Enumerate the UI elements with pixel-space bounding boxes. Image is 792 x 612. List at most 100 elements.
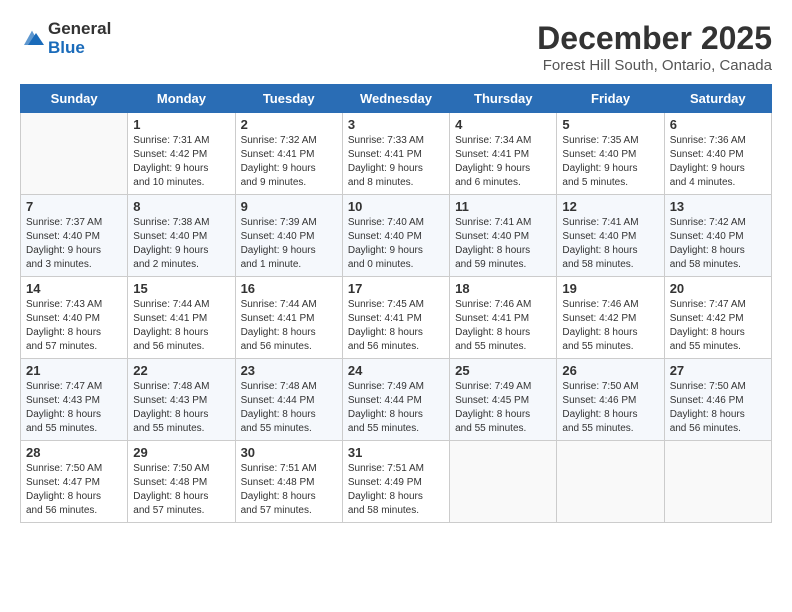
calendar-cell: 14 Sunrise: 7:43 AM Sunset: 4:40 PM Dayli… — [21, 277, 128, 359]
cell-info: Sunrise: 7:51 AM Sunset: 4:49 PM Dayligh… — [348, 462, 444, 518]
day-number: 29 — [133, 445, 229, 460]
calendar-cell: 7 Sunrise: 7:37 AM Sunset: 4:40 PM Daylig… — [21, 195, 128, 277]
day-number: 26 — [562, 363, 658, 378]
day-number: 10 — [348, 199, 444, 214]
calendar-cell: 2 Sunrise: 7:32 AM Sunset: 4:41 PM Daylig… — [235, 113, 342, 195]
cell-info: Sunrise: 7:36 AM Sunset: 4:40 PM Dayligh… — [670, 134, 766, 190]
cell-info: Sunrise: 7:50 AM Sunset: 4:46 PM Dayligh… — [670, 380, 766, 436]
calendar-cell: 6 Sunrise: 7:36 AM Sunset: 4:40 PM Daylig… — [664, 113, 771, 195]
cell-info: Sunrise: 7:44 AM Sunset: 4:41 PM Dayligh… — [241, 298, 337, 354]
logo: General Blue — [20, 20, 111, 57]
day-number: 8 — [133, 199, 229, 214]
cell-info: Sunrise: 7:41 AM Sunset: 4:40 PM Dayligh… — [562, 216, 658, 272]
day-number: 14 — [26, 281, 122, 296]
calendar-cell: 18Sunrise: 7:46 AM Sunset: 4:41 PM Dayli… — [450, 277, 557, 359]
main-title: December 2025 — [537, 20, 772, 57]
header-thursday: Thursday — [450, 85, 557, 113]
cell-info: Sunrise: 7:34 AM Sunset: 4:41 PM Dayligh… — [455, 134, 551, 190]
day-number: 3 — [348, 117, 444, 132]
header-wednesday: Wednesday — [342, 85, 449, 113]
day-number: 6 — [670, 117, 766, 132]
header-tuesday: Tuesday — [235, 85, 342, 113]
cell-info: Sunrise: 7:43 AM Sunset: 4:40 PM Dayligh… — [26, 298, 122, 354]
cell-info: Sunrise: 7:47 AM Sunset: 4:42 PM Dayligh… — [670, 298, 766, 354]
calendar-week-2: 7 Sunrise: 7:37 AM Sunset: 4:40 PM Daylig… — [21, 195, 772, 277]
cell-info: Sunrise: 7:32 AM Sunset: 4:41 PM Dayligh… — [241, 134, 337, 190]
cell-info: Sunrise: 7:35 AM Sunset: 4:40 PM Dayligh… — [562, 134, 658, 190]
logo-text-general: General — [48, 20, 111, 39]
header-friday: Friday — [557, 85, 664, 113]
cell-info: Sunrise: 7:51 AM Sunset: 4:48 PM Dayligh… — [241, 462, 337, 518]
title-area: December 2025 Forest Hill South, Ontario… — [537, 20, 772, 74]
day-number: 7 — [26, 199, 122, 214]
day-number: 16 — [241, 281, 337, 296]
cell-info: Sunrise: 7:41 AM Sunset: 4:40 PM Dayligh… — [455, 216, 551, 272]
day-number: 18 — [455, 281, 551, 296]
calendar-cell: 28 Sunrise: 7:50 AM Sunset: 4:47 PM Dayli… — [21, 441, 128, 523]
day-number: 28 — [26, 445, 122, 460]
header-monday: Monday — [128, 85, 235, 113]
calendar-cell: 19Sunrise: 7:46 AM Sunset: 4:42 PM Dayli… — [557, 277, 664, 359]
day-number: 23 — [241, 363, 337, 378]
calendar-cell: 29 Sunrise: 7:50 AM Sunset: 4:48 PM Dayli… — [128, 441, 235, 523]
day-number: 11 — [455, 199, 551, 214]
day-number: 27 — [670, 363, 766, 378]
day-number: 25 — [455, 363, 551, 378]
calendar-cell: 23 Sunrise: 7:48 AM Sunset: 4:44 PM Dayli… — [235, 359, 342, 441]
cell-info: Sunrise: 7:50 AM Sunset: 4:48 PM Dayligh… — [133, 462, 229, 518]
cell-info: Sunrise: 7:31 AM Sunset: 4:42 PM Dayligh… — [133, 134, 229, 190]
calendar-cell: 30 Sunrise: 7:51 AM Sunset: 4:48 PM Dayli… — [235, 441, 342, 523]
cell-info: Sunrise: 7:50 AM Sunset: 4:47 PM Dayligh… — [26, 462, 122, 518]
calendar-cell — [664, 441, 771, 523]
calendar-cell: 26 Sunrise: 7:50 AM Sunset: 4:46 PM Dayli… — [557, 359, 664, 441]
subtitle: Forest Hill South, Ontario, Canada — [537, 57, 772, 74]
day-number: 20 — [670, 281, 766, 296]
calendar-cell: 31 Sunrise: 7:51 AM Sunset: 4:49 PM Dayli… — [342, 441, 449, 523]
day-number: 30 — [241, 445, 337, 460]
calendar-cell: 21Sunrise: 7:47 AM Sunset: 4:43 PM Dayli… — [21, 359, 128, 441]
calendar-cell: 5 Sunrise: 7:35 AM Sunset: 4:40 PM Daylig… — [557, 113, 664, 195]
cell-info: Sunrise: 7:42 AM Sunset: 4:40 PM Dayligh… — [670, 216, 766, 272]
calendar-cell: 10 Sunrise: 7:40 AM Sunset: 4:40 PM Dayli… — [342, 195, 449, 277]
cell-info: Sunrise: 7:47 AM Sunset: 4:43 PM Dayligh… — [26, 380, 122, 436]
calendar-cell: 3Sunrise: 7:33 AM Sunset: 4:41 PM Daylig… — [342, 113, 449, 195]
calendar-cell: 1 Sunrise: 7:31 AM Sunset: 4:42 PM Daylig… — [128, 113, 235, 195]
day-number: 22 — [133, 363, 229, 378]
calendar-cell — [450, 441, 557, 523]
cell-info: Sunrise: 7:44 AM Sunset: 4:41 PM Dayligh… — [133, 298, 229, 354]
calendar-week-1: 1 Sunrise: 7:31 AM Sunset: 4:42 PM Daylig… — [21, 113, 772, 195]
calendar-cell: 11 Sunrise: 7:41 AM Sunset: 4:40 PM Dayli… — [450, 195, 557, 277]
calendar-cell: 16 Sunrise: 7:44 AM Sunset: 4:41 PM Dayli… — [235, 277, 342, 359]
cell-info: Sunrise: 7:49 AM Sunset: 4:45 PM Dayligh… — [455, 380, 551, 436]
calendar-cell: 8Sunrise: 7:38 AM Sunset: 4:40 PM Daylig… — [128, 195, 235, 277]
cell-info: Sunrise: 7:50 AM Sunset: 4:46 PM Dayligh… — [562, 380, 658, 436]
cell-info: Sunrise: 7:48 AM Sunset: 4:43 PM Dayligh… — [133, 380, 229, 436]
day-number: 4 — [455, 117, 551, 132]
calendar-cell: 20 Sunrise: 7:47 AM Sunset: 4:42 PM Dayli… — [664, 277, 771, 359]
day-number: 5 — [562, 117, 658, 132]
cell-info: Sunrise: 7:37 AM Sunset: 4:40 PM Dayligh… — [26, 216, 122, 272]
day-number: 15 — [133, 281, 229, 296]
calendar-cell: 25 Sunrise: 7:49 AM Sunset: 4:45 PM Dayli… — [450, 359, 557, 441]
calendar-cell: 22 Sunrise: 7:48 AM Sunset: 4:43 PM Dayli… — [128, 359, 235, 441]
day-number: 12 — [562, 199, 658, 214]
day-number: 2 — [241, 117, 337, 132]
calendar-cell: 24Sunrise: 7:49 AM Sunset: 4:44 PM Dayli… — [342, 359, 449, 441]
calendar-week-3: 14 Sunrise: 7:43 AM Sunset: 4:40 PM Dayli… — [21, 277, 772, 359]
calendar-cell: 9Sunrise: 7:39 AM Sunset: 4:40 PM Daylig… — [235, 195, 342, 277]
calendar-cell: 27 Sunrise: 7:50 AM Sunset: 4:46 PM Dayli… — [664, 359, 771, 441]
cell-info: Sunrise: 7:48 AM Sunset: 4:44 PM Dayligh… — [241, 380, 337, 436]
header: General Blue December 2025 Forest Hill S… — [20, 20, 772, 74]
calendar-header-row: SundayMondayTuesdayWednesdayThursdayFrid… — [21, 85, 772, 113]
calendar-cell: 15 Sunrise: 7:44 AM Sunset: 4:41 PM Dayli… — [128, 277, 235, 359]
cell-info: Sunrise: 7:40 AM Sunset: 4:40 PM Dayligh… — [348, 216, 444, 272]
cell-info: Sunrise: 7:39 AM Sunset: 4:40 PM Dayligh… — [241, 216, 337, 272]
day-number: 31 — [348, 445, 444, 460]
calendar-week-4: 21Sunrise: 7:47 AM Sunset: 4:43 PM Dayli… — [21, 359, 772, 441]
day-number: 13 — [670, 199, 766, 214]
day-number: 1 — [133, 117, 229, 132]
calendar-week-5: 28 Sunrise: 7:50 AM Sunset: 4:47 PM Dayli… — [21, 441, 772, 523]
cell-info: Sunrise: 7:49 AM Sunset: 4:44 PM Dayligh… — [348, 380, 444, 436]
calendar-table: SundayMondayTuesdayWednesdayThursdayFrid… — [20, 84, 772, 523]
logo-icon — [20, 29, 44, 49]
